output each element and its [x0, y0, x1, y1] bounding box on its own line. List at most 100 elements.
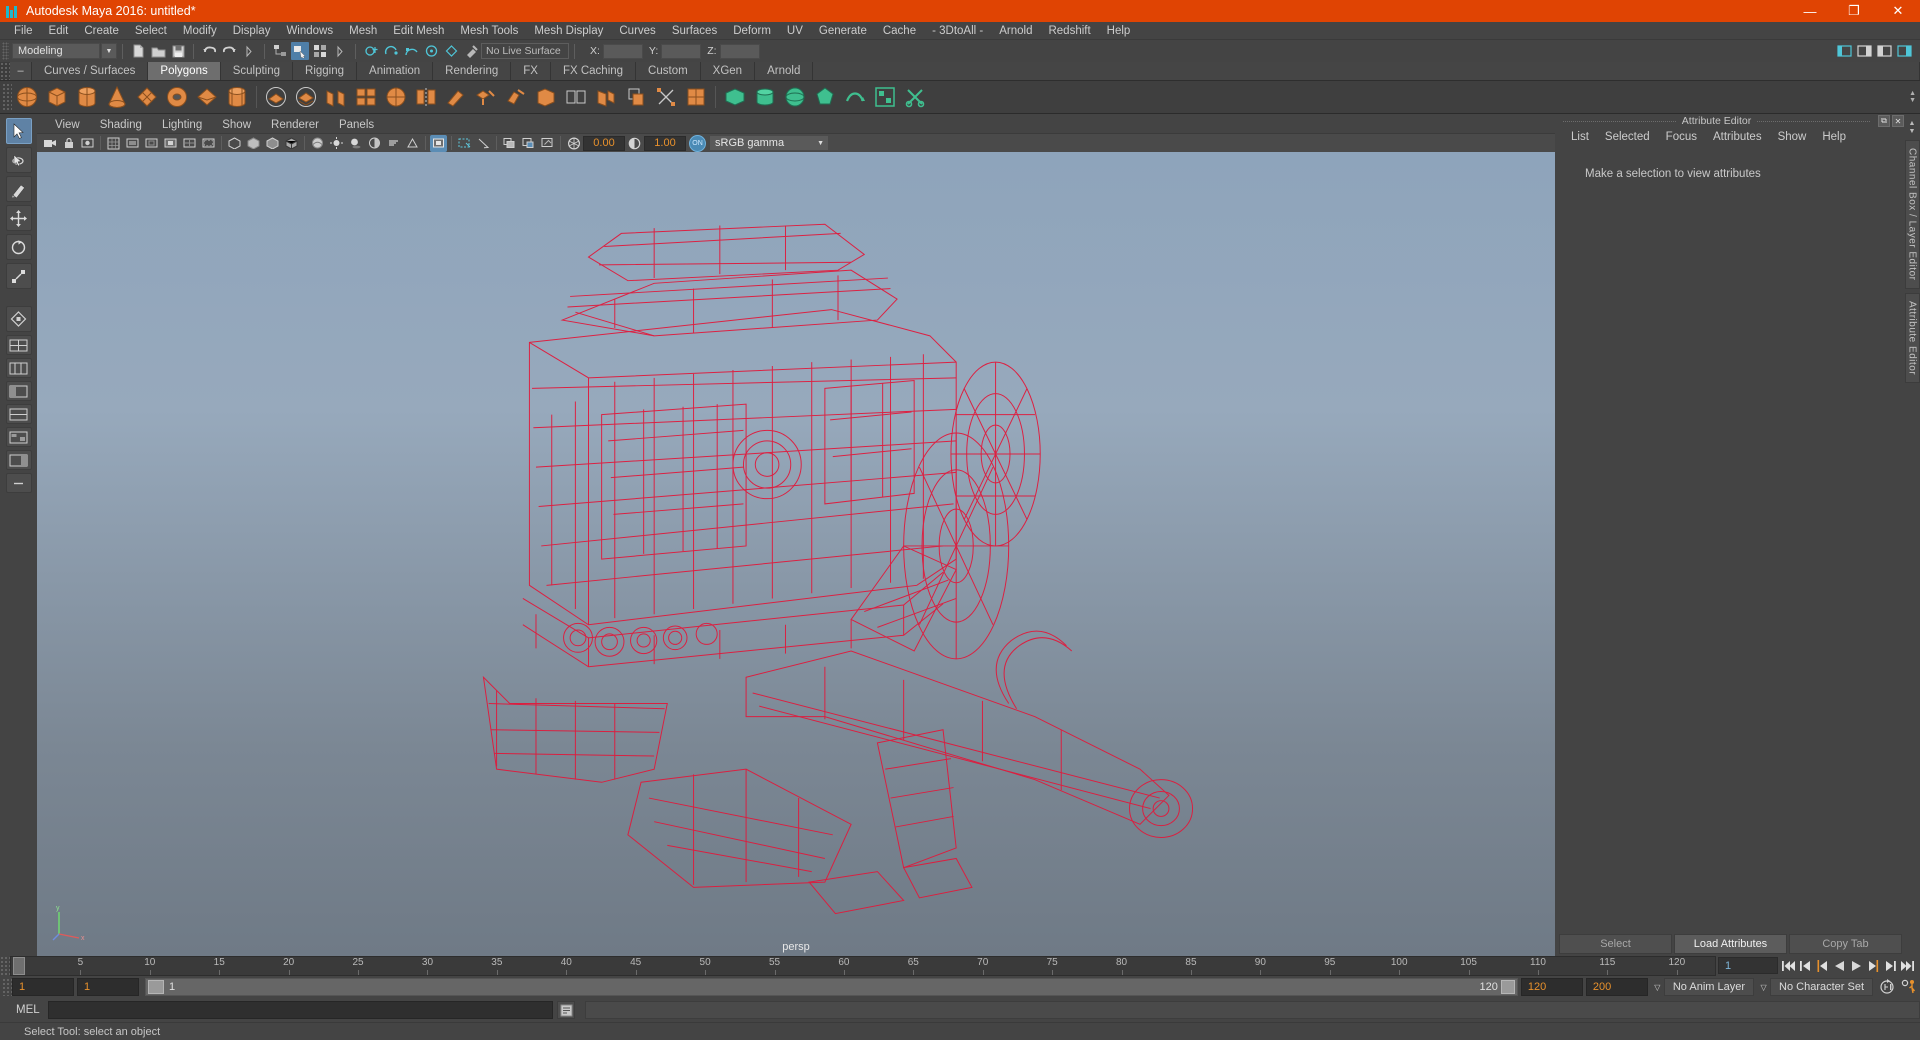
menu-edit[interactable]: Edit [41, 22, 77, 40]
select-by-hierarchy-button[interactable] [271, 42, 289, 60]
shelf-tab-arnold[interactable]: Arnold [755, 62, 813, 80]
menu-set-chevron-down-icon[interactable]: ▼ [101, 43, 117, 59]
menu-edit-mesh[interactable]: Edit Mesh [385, 22, 452, 40]
viewport-menu-lighting[interactable]: Lighting [152, 119, 212, 131]
safe-action-icon[interactable] [200, 135, 217, 152]
polygon-sphere-icon[interactable] [13, 83, 41, 111]
shelf-grip[interactable] [0, 62, 10, 80]
menu-surfaces[interactable]: Surfaces [664, 22, 725, 40]
persp-graph-layout-button[interactable] [6, 404, 32, 424]
menu-deform[interactable]: Deform [725, 22, 779, 40]
menu-mesh-display[interactable]: Mesh Display [526, 22, 611, 40]
film-gate-icon[interactable] [124, 135, 141, 152]
polygon-cylinder-icon[interactable] [73, 83, 101, 111]
multi-cut-icon[interactable] [682, 83, 710, 111]
ae-menu-help[interactable]: Help [1814, 131, 1854, 143]
exposure-icon[interactable] [565, 135, 582, 152]
play-forwards-button[interactable] [1848, 958, 1865, 975]
uv-cylindrical-icon[interactable] [751, 83, 779, 111]
wireframe-on-shaded-icon[interactable] [283, 135, 300, 152]
menu-cache[interactable]: Cache [875, 22, 924, 40]
multisample-aa-icon[interactable] [404, 135, 421, 152]
hypershade-layout-button[interactable] [6, 427, 32, 447]
undo-button[interactable] [200, 42, 218, 60]
resolution-gate-icon[interactable] [143, 135, 160, 152]
paint-select-tool-button[interactable] [6, 176, 32, 202]
character-set-selector[interactable]: No Character Set [1770, 978, 1873, 996]
menu-select[interactable]: Select [127, 22, 175, 40]
step-back-frame-button[interactable] [1814, 958, 1831, 975]
shelf-tab-xgen[interactable]: XGen [701, 62, 755, 80]
mirror-geometry-icon[interactable] [412, 83, 440, 111]
snap-to-view-planes-button[interactable] [442, 42, 460, 60]
uv-planar-icon[interactable] [721, 83, 749, 111]
polygon-cone-icon[interactable] [103, 83, 131, 111]
anim-layer-chevron-down-icon[interactable]: ▽ [1651, 983, 1664, 992]
menu-redshift[interactable]: Redshift [1040, 22, 1098, 40]
menu-modify[interactable]: Modify [175, 22, 225, 40]
range-slider-track[interactable]: 1 120 [145, 978, 1518, 996]
smooth-shade-all-icon[interactable] [245, 135, 262, 152]
menu-windows[interactable]: Windows [278, 22, 341, 40]
shelf-tab-rigging[interactable]: Rigging [293, 62, 357, 80]
show-hide-modeling-toolkit-button[interactable] [1835, 42, 1853, 60]
auto-keyframe-icon[interactable] [1876, 977, 1898, 997]
x-coordinate-input[interactable] [603, 44, 643, 59]
menu-set-selector[interactable]: Modeling [12, 43, 100, 59]
exposure-value-field[interactable]: 0.00 [583, 136, 625, 151]
component-mask-arrow-icon[interactable] [331, 42, 349, 60]
bridge-icon[interactable] [532, 83, 560, 111]
range-start-field[interactable]: 1 [12, 978, 74, 996]
menu-display[interactable]: Display [225, 22, 279, 40]
menu-generate[interactable]: Generate [811, 22, 875, 40]
step-forward-key-button[interactable] [1882, 958, 1899, 975]
shelf-tab-rendering[interactable]: Rendering [433, 62, 511, 80]
shelf-row-grip[interactable] [2, 83, 12, 111]
ae-menu-focus[interactable]: Focus [1658, 131, 1705, 143]
current-time-indicator[interactable] [13, 957, 25, 975]
animation-preferences-icon[interactable] [1898, 977, 1920, 997]
ae-menu-attributes[interactable]: Attributes [1705, 131, 1770, 143]
side-tab-scroll-arrows[interactable]: ▲▼ [1909, 120, 1916, 136]
shelf-tab-sculpting[interactable]: Sculpting [221, 62, 293, 80]
polygon-plane-icon[interactable] [133, 83, 161, 111]
close-panel-button[interactable]: ✕ [1892, 115, 1904, 127]
color-management-toggle[interactable]: ON [689, 135, 706, 152]
shelf-tab-custom[interactable]: Custom [636, 62, 701, 80]
range-start-handle[interactable] [148, 980, 164, 994]
menu-mesh-tools[interactable]: Mesh Tools [452, 22, 526, 40]
polygon-prism-icon[interactable] [193, 83, 221, 111]
live-surface-field[interactable]: No Live Surface [481, 43, 569, 59]
ae-button-copy-tab[interactable]: Copy Tab [1789, 934, 1902, 954]
ae-button-select[interactable]: Select [1559, 934, 1672, 954]
make-live-button[interactable] [462, 42, 480, 60]
wedge-face-icon[interactable] [592, 83, 620, 111]
ae-menu-show[interactable]: Show [1770, 131, 1815, 143]
animation-start-field[interactable]: 1 [77, 978, 139, 996]
viewport-menu-shading[interactable]: Shading [90, 119, 152, 131]
ae-button-load-attributes[interactable]: Load Attributes [1674, 934, 1787, 954]
camera-attributes-icon[interactable] [79, 135, 96, 152]
texture-display-icon[interactable] [309, 135, 326, 152]
snap-to-grid-button[interactable] [362, 42, 380, 60]
menu-uv[interactable]: UV [779, 22, 811, 40]
scale-tool-button[interactable] [6, 263, 32, 289]
lock-camera-icon[interactable] [60, 135, 77, 152]
statusline-grip[interactable] [2, 42, 9, 60]
shelf-overflow-arrows[interactable]: ▲▼ [1909, 90, 1920, 104]
gamma-icon[interactable] [626, 135, 643, 152]
shelf-tab-fx[interactable]: FX [511, 62, 551, 80]
animation-end-field[interactable]: 120 [1521, 978, 1583, 996]
menu-file[interactable]: File [6, 22, 41, 40]
shelf-tab-animation[interactable]: Animation [357, 62, 433, 80]
smooth-icon[interactable] [382, 83, 410, 111]
shelf-tab-polygons[interactable]: Polygons [148, 62, 220, 80]
viewport-2-settings-icon[interactable] [501, 135, 518, 152]
uv-unfold-icon[interactable] [841, 83, 869, 111]
four-view-layout-button[interactable] [6, 358, 32, 378]
use-default-lighting-icon[interactable] [328, 135, 345, 152]
snap-to-point-button[interactable] [402, 42, 420, 60]
extract-icon[interactable] [322, 83, 350, 111]
menu-curves[interactable]: Curves [611, 22, 663, 40]
menu-mesh[interactable]: Mesh [341, 22, 385, 40]
